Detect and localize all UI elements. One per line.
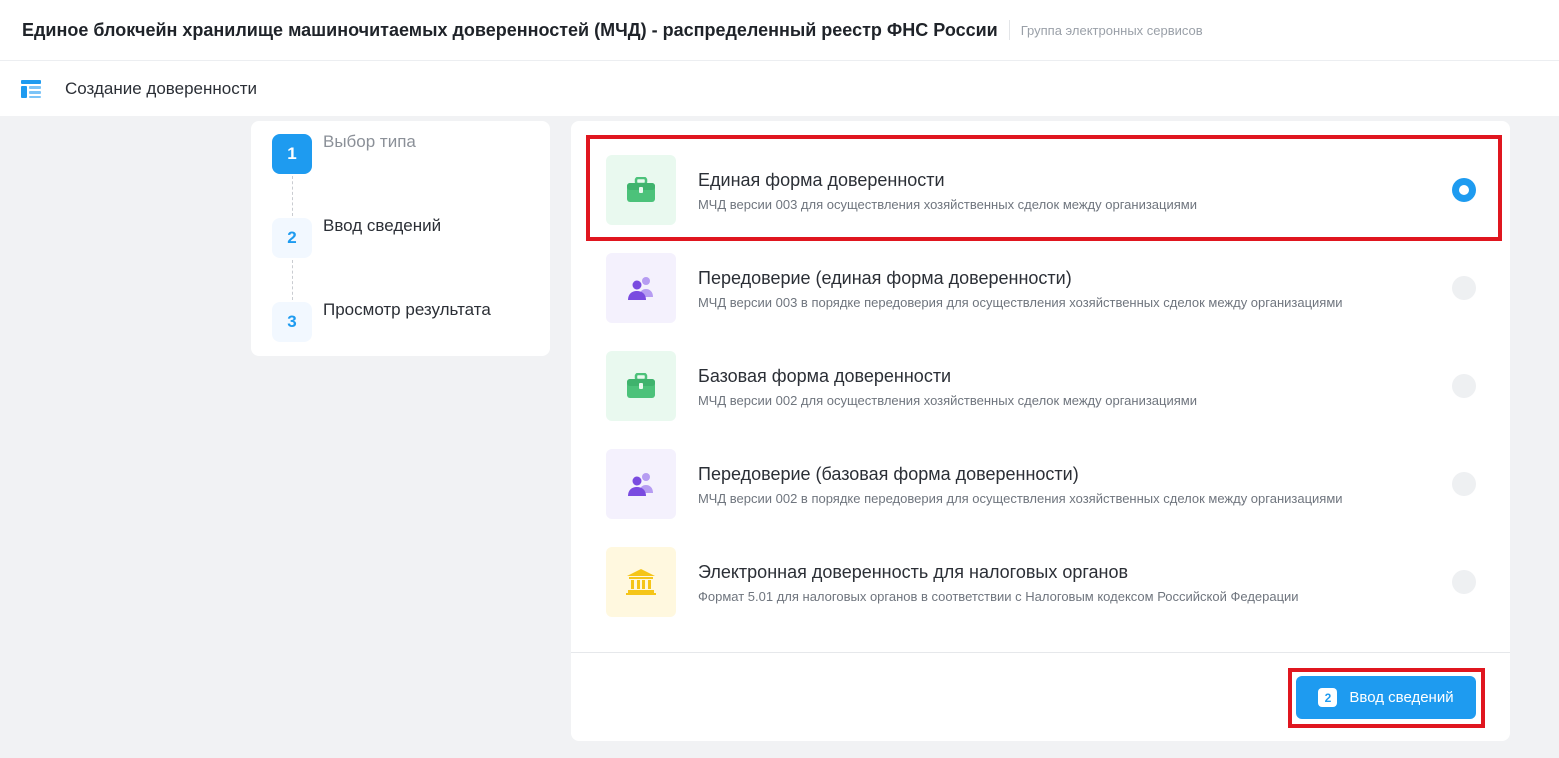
option-radio[interactable] xyxy=(1452,570,1476,594)
step-connector xyxy=(292,176,293,216)
stepper: 1 Выбор типа 2 Ввод сведений 3 Просмотр … xyxy=(251,121,550,356)
step-select-type[interactable]: 1 Выбор типа xyxy=(272,132,416,174)
option-title: Базовая форма доверенности xyxy=(698,366,952,386)
option-title: Единая форма доверенности xyxy=(698,170,945,190)
option-title: Передоверие (единая форма доверенности) xyxy=(698,268,1072,288)
option-tax-authorities[interactable]: Электронная доверенность для налоговых о… xyxy=(606,547,1476,617)
option-icon-tile xyxy=(606,449,676,519)
option-title: Электронная доверенность для налоговых о… xyxy=(698,562,1129,582)
option-unified-form[interactable]: Единая форма доверенности МЧД версии 003… xyxy=(606,155,1476,225)
option-description: МЧД версии 002 для осуществления хозяйст… xyxy=(698,393,1197,408)
app-subtitle[interactable]: Группа электронных сервисов xyxy=(1021,23,1203,38)
option-icon-tile xyxy=(606,351,676,421)
layout-icon[interactable] xyxy=(20,78,42,100)
bank-icon xyxy=(626,569,656,595)
option-description: МЧД версии 002 в порядке передоверия для… xyxy=(698,491,1343,506)
option-radio[interactable] xyxy=(1452,276,1476,300)
users-icon xyxy=(628,473,653,496)
step-number: 3 xyxy=(272,302,312,342)
top-bar: Единое блокчейн хранилище машиночитаемых… xyxy=(0,0,1559,61)
option-description: Формат 5.01 для налоговых органов в соот… xyxy=(698,589,1299,604)
step-number: 1 xyxy=(272,134,312,174)
app-title: Единое блокчейн хранилище машиночитаемых… xyxy=(22,19,998,40)
page-title: Создание доверенности xyxy=(65,78,257,98)
step-view-result[interactable]: 3 Просмотр результата xyxy=(272,300,491,342)
option-radio[interactable] xyxy=(1452,472,1476,496)
step-connector xyxy=(292,260,293,300)
step-label: Ввод сведений xyxy=(323,216,442,235)
option-title: Передоверие (базовая форма доверенности) xyxy=(698,464,1079,484)
option-description: МЧД версии 003 для осуществления хозяйст… xyxy=(698,197,1197,212)
step-label: Выбор типа xyxy=(323,132,416,151)
step-label: Просмотр результата xyxy=(323,300,491,319)
option-radio[interactable] xyxy=(1452,178,1476,202)
option-redelegation-basic[interactable]: Передоверие (базовая форма доверенности)… xyxy=(606,449,1476,519)
step-enter-info[interactable]: 2 Ввод сведений xyxy=(272,216,442,258)
next-step-button[interactable]: 2 Ввод сведений xyxy=(1296,676,1476,719)
option-description: МЧД версии 003 в порядке передоверия для… xyxy=(698,295,1343,310)
panel-divider xyxy=(571,652,1510,653)
next-step-label: Ввод сведений xyxy=(1349,689,1454,706)
page-header: Создание доверенности xyxy=(0,61,1559,116)
option-redelegation-unified[interactable]: Передоверие (единая форма доверенности) … xyxy=(606,253,1476,323)
option-basic-form[interactable]: Базовая форма доверенности МЧД версии 00… xyxy=(606,351,1476,421)
options-panel: Единая форма доверенности МЧД версии 003… xyxy=(571,121,1510,741)
briefcase-icon xyxy=(627,177,655,202)
option-radio[interactable] xyxy=(1452,374,1476,398)
option-icon-tile xyxy=(606,155,676,225)
option-icon-tile xyxy=(606,253,676,323)
users-icon xyxy=(628,277,653,300)
option-icon-tile xyxy=(606,547,676,617)
briefcase-icon xyxy=(627,373,655,398)
title-divider xyxy=(1008,20,1010,40)
step-number: 2 xyxy=(272,218,312,258)
next-step-number: 2 xyxy=(1318,688,1338,707)
